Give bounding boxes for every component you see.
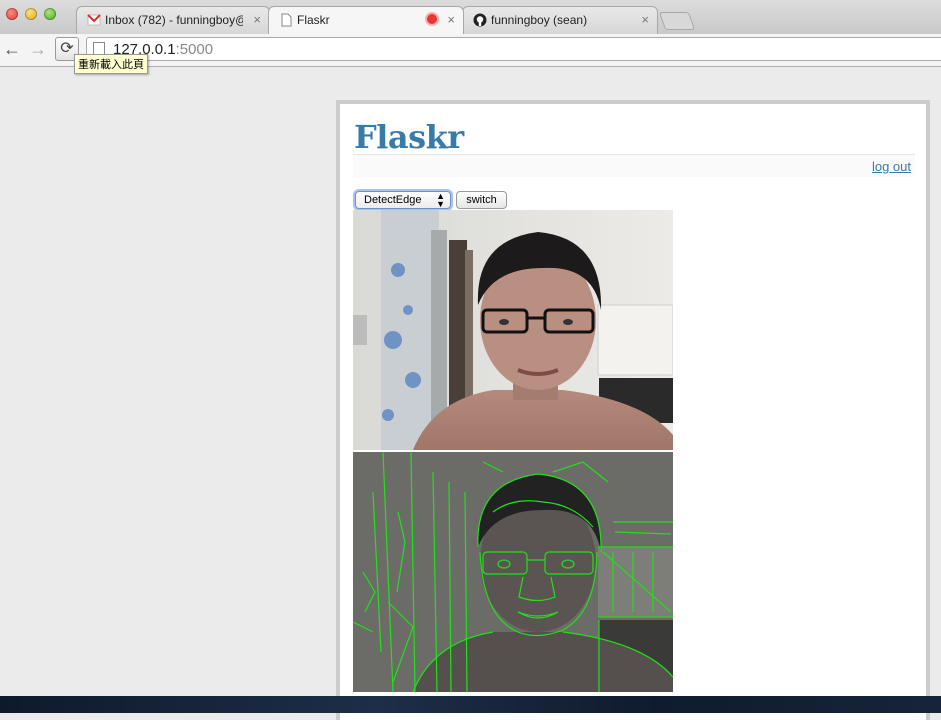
tab-label: Inbox (782) - funningboy@ bbox=[105, 13, 243, 27]
page-title: Flaskr bbox=[354, 118, 464, 156]
window-minimize-button[interactable] bbox=[25, 8, 37, 20]
close-tab-icon[interactable]: × bbox=[641, 12, 649, 27]
recording-indicator-icon bbox=[427, 14, 437, 24]
address-bar[interactable]: 127.0.0.1:5000 bbox=[86, 37, 941, 61]
close-tab-icon[interactable]: × bbox=[253, 12, 261, 27]
page-icon bbox=[281, 13, 292, 27]
tab-strip: Inbox (782) - funningboy@ × Flaskr × fun… bbox=[0, 0, 941, 34]
tab-label: funningboy (sean) bbox=[491, 13, 588, 27]
window-zoom-button[interactable] bbox=[44, 8, 56, 20]
tab-flaskr[interactable]: Flaskr × bbox=[268, 6, 464, 34]
metanav: log out bbox=[353, 154, 915, 177]
chevron-updown-icon: ▲ ▼ bbox=[436, 191, 445, 209]
tab-github[interactable]: funningboy (sean) × bbox=[462, 6, 658, 34]
webcam-raw-image bbox=[353, 210, 673, 450]
github-icon bbox=[473, 13, 487, 27]
filter-select[interactable]: DetectEdge ▲ ▼ bbox=[355, 191, 451, 209]
tab-gmail[interactable]: Inbox (782) - funningboy@ × bbox=[76, 6, 270, 34]
filter-select-value: DetectEdge bbox=[364, 194, 422, 206]
webcam-edge-image bbox=[353, 452, 673, 692]
reload-tooltip: 重新載入此頁 bbox=[74, 54, 148, 74]
desktop-background bbox=[0, 696, 941, 713]
logout-link[interactable]: log out bbox=[872, 159, 911, 174]
window-close-button[interactable] bbox=[6, 8, 18, 20]
tab-label: Flaskr bbox=[297, 13, 330, 27]
switch-button[interactable]: switch bbox=[456, 191, 507, 209]
back-arrow-icon[interactable]: ← bbox=[2, 39, 22, 59]
forward-arrow-icon[interactable]: → bbox=[28, 39, 48, 59]
new-tab-button[interactable] bbox=[658, 12, 696, 30]
gmail-icon bbox=[87, 14, 101, 26]
close-tab-icon[interactable]: × bbox=[447, 12, 455, 27]
page-container: Flaskr log out DetectEdge ▲ ▼ switch bbox=[336, 100, 930, 720]
